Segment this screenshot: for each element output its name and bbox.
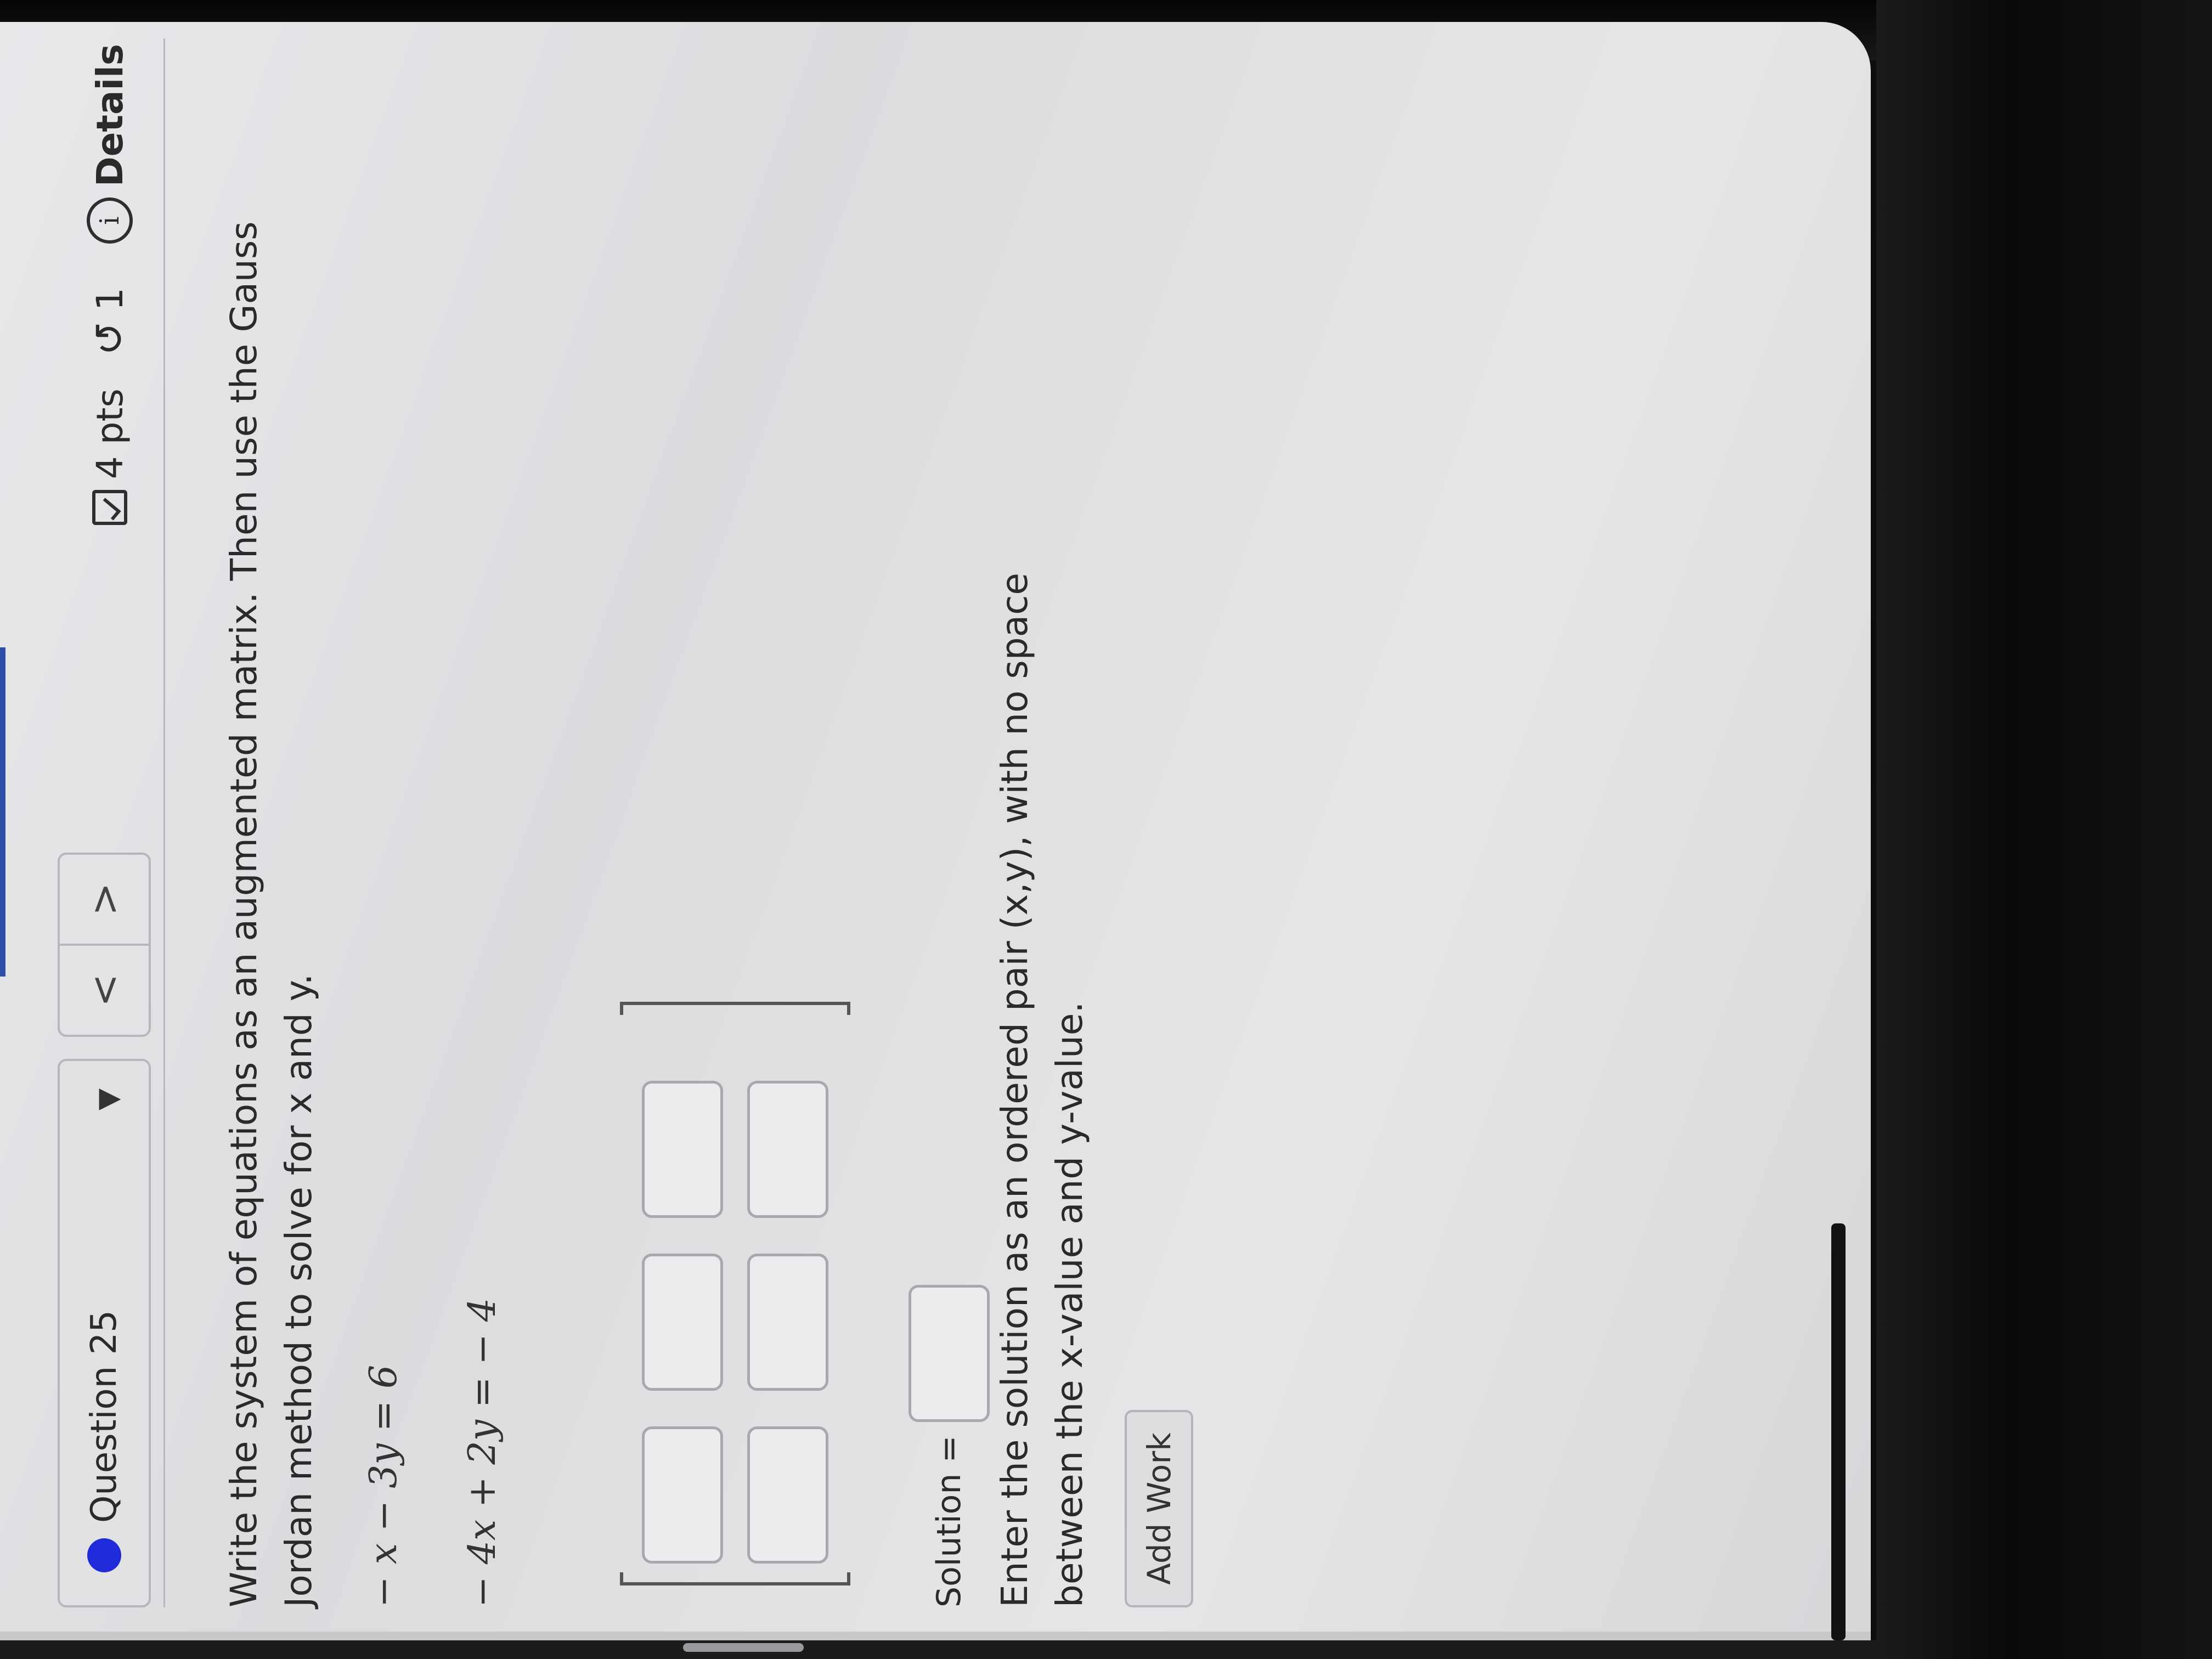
question-number: Question 25: [84, 1310, 125, 1523]
retry-icon: ↺: [86, 321, 133, 356]
matrix-cell-r2c1[interactable]: [747, 1426, 828, 1564]
solution-row: Solution =: [900, 1285, 998, 1607]
matrix-cell-r1c1[interactable]: [642, 1426, 723, 1564]
matrix-bracket-right: [620, 1002, 850, 1015]
retry-count: 1: [88, 287, 131, 311]
question-meta: 4 pts ↺ 1 i Details: [80, 44, 140, 526]
previous-question-button[interactable]: <: [58, 944, 151, 1037]
augmented-matrix: [620, 993, 856, 1585]
next-question-button[interactable]: >: [58, 853, 151, 946]
screen: Question 25 ▼ < > 4 pts ↺ 1 i Details Wr…: [0, 22, 1871, 1640]
status-dot-icon: [87, 1538, 121, 1572]
matrix-cell-r1c3[interactable]: [642, 1081, 723, 1218]
device-bezel-bottom: [0, 1640, 1876, 1659]
matrix-cell-r1c2[interactable]: [642, 1254, 723, 1391]
matrix-bracket-left: [620, 1572, 850, 1585]
question-instructions: Write the system of equations as an augm…: [223, 221, 320, 1607]
stylus: [1831, 1223, 1846, 1640]
matrix-cell-r2c2[interactable]: [747, 1254, 828, 1391]
panel-edge: [0, 1632, 1871, 1640]
solution-label: Solution =: [930, 1435, 968, 1607]
checkbox-points-icon: [92, 490, 127, 526]
solution-input[interactable]: [909, 1285, 990, 1423]
question-header: Question 25 ▼ < > 4 pts ↺ 1 i Details: [58, 38, 156, 1607]
question-selector[interactable]: Question 25 ▼: [58, 1059, 151, 1607]
chevron-right-icon: >: [81, 882, 127, 916]
header-divider: [163, 38, 165, 1607]
chevron-left-icon: <: [81, 973, 127, 1007]
equation-1: − x − 3y = 6: [362, 1364, 405, 1607]
question-page: Question 25 ▼ < > 4 pts ↺ 1 i Details Wr…: [0, 22, 1871, 1640]
matrix-cell-r2c3[interactable]: [747, 1081, 828, 1218]
device-bezel-right: [1876, 0, 2212, 1659]
points-value: 4 pts: [88, 388, 131, 479]
equation-2: − 4x + 2y = − 4: [461, 1297, 504, 1607]
info-icon[interactable]: i: [87, 198, 133, 244]
details-link[interactable]: Details: [89, 44, 131, 187]
triangle-down-icon[interactable]: ▼: [92, 1088, 125, 1110]
add-work-button[interactable]: Add Work: [1125, 1410, 1193, 1607]
home-indicator[interactable]: [683, 1643, 804, 1652]
solution-hint: Enter the solution as an ordered pair (x…: [994, 573, 1091, 1607]
